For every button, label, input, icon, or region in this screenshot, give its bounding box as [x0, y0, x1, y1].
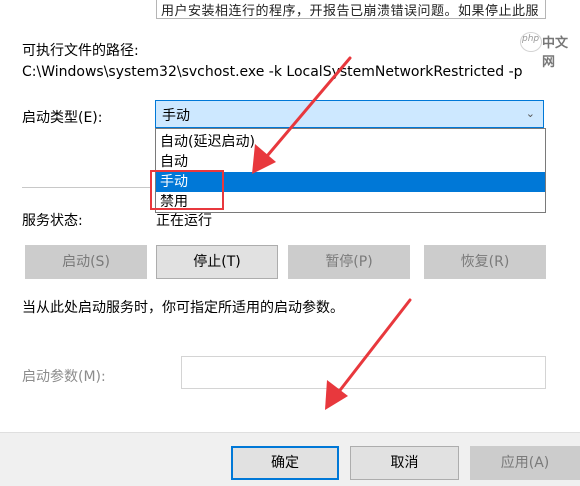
start-params-input[interactable]	[181, 356, 546, 389]
startup-type-selected-value: 手动	[162, 108, 190, 124]
executable-path-value: C:\Windows\system32\svchost.exe -k Local…	[22, 64, 523, 80]
annotation-highlight-box	[150, 170, 224, 210]
chevron-down-icon[interactable]: ⌄	[526, 107, 535, 120]
php-watermark: php 中文网	[520, 30, 578, 70]
watermark-letters: php	[522, 34, 540, 44]
service-description-text: 用户安装相连行的程序，开报告已崩溃错误问题。如果停止此服务，PCA 将无法正常运…	[161, 4, 540, 19]
cancel-button[interactable]: 取消	[350, 446, 459, 480]
apply-button[interactable]: 应用(A)	[470, 446, 580, 480]
start-params-label: 启动参数(M):	[22, 369, 106, 385]
startup-type-combobox[interactable]: 手动 ⌄	[155, 100, 544, 128]
ok-button[interactable]: 确定	[231, 446, 339, 480]
service-status-label: 服务状态:	[22, 213, 83, 229]
service-description-box: 用户安装相连行的程序，开报告已崩溃错误问题。如果停止此服务，PCA 将无法正常运…	[156, 0, 546, 19]
executable-path-label: 可执行文件的路径:	[22, 43, 139, 59]
service-status-value: 正在运行	[156, 213, 212, 229]
stop-service-button[interactable]: 停止(T)	[156, 245, 278, 279]
startup-option-auto-delayed[interactable]: 自动(延迟启动)	[156, 132, 545, 152]
resume-service-button[interactable]: 恢复(R)	[424, 245, 546, 279]
start-params-hint: 当从此处启动服务时，你可指定所适用的启动参数。	[22, 300, 344, 316]
startup-type-label: 启动类型(E):	[22, 110, 103, 126]
pause-service-button[interactable]: 暂停(P)	[288, 245, 410, 279]
start-service-button[interactable]: 启动(S)	[25, 245, 147, 279]
startup-option-auto[interactable]: 自动	[156, 152, 545, 172]
watermark-text: 中文网	[542, 36, 569, 70]
section-divider	[22, 187, 152, 188]
